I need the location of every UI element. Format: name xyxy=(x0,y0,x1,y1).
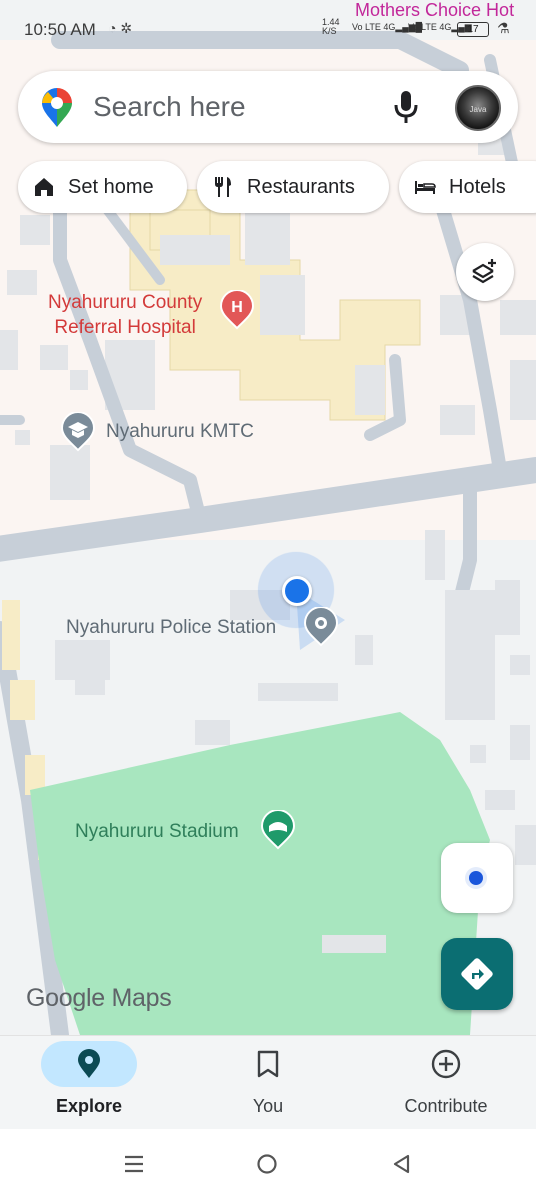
home-circle-icon[interactable] xyxy=(256,1153,278,1175)
hospital-pin-icon[interactable]: H xyxy=(219,290,255,330)
my-location-icon xyxy=(465,867,487,889)
status-notification-icons: ◔ ✲ xyxy=(108,20,133,36)
police-station-label[interactable]: Nyahururu Police Station xyxy=(66,617,276,639)
bottom-navigation: Explore You Contribute xyxy=(0,1035,536,1130)
map-place-label-top[interactable]: Mothers Choice Hot xyxy=(355,0,514,21)
search-input[interactable]: Search here xyxy=(93,91,246,123)
tab-you-label: You xyxy=(252,1096,284,1116)
chip-set-home[interactable]: Set home xyxy=(18,161,187,213)
status-time: 10:50 AM xyxy=(24,20,96,39)
school-pin-icon[interactable] xyxy=(60,412,96,452)
layers-icon xyxy=(472,259,496,284)
police-station-pin-icon[interactable] xyxy=(303,607,339,647)
tab-contribute-label: Contribute xyxy=(404,1096,488,1116)
kmtc-label[interactable]: Nyahururu KMTC xyxy=(106,421,254,443)
tab-explore-label: Explore xyxy=(55,1096,123,1116)
fork-knife-icon xyxy=(215,177,231,197)
battery-indicator: 17 xyxy=(457,22,489,37)
google-maps-logo: Google Maps xyxy=(26,984,172,1012)
microphone-icon[interactable] xyxy=(392,89,420,125)
stadium-pin-icon[interactable] xyxy=(260,810,296,850)
chip-hotels[interactable]: Hotels xyxy=(399,161,536,213)
tab-you[interactable]: You xyxy=(198,1036,338,1130)
directions-button[interactable] xyxy=(441,938,513,1010)
hospital-label[interactable]: Nyahururu County Referral Hospital xyxy=(48,290,202,340)
explore-pin-icon xyxy=(78,1049,100,1078)
home-icon xyxy=(35,178,53,196)
system-navigation-bar xyxy=(0,1129,536,1200)
chip-restaurants[interactable]: Restaurants xyxy=(197,161,389,213)
tab-contribute[interactable]: Contribute xyxy=(376,1036,516,1130)
add-circle-icon xyxy=(431,1049,461,1079)
layers-button[interactable] xyxy=(456,243,514,301)
tab-explore[interactable]: Explore xyxy=(19,1036,159,1130)
my-location-button[interactable] xyxy=(441,843,513,913)
search-bar[interactable]: Search here Java xyxy=(18,71,518,143)
network-speed: 1.44 K/S xyxy=(322,17,340,36)
back-icon[interactable] xyxy=(390,1153,412,1175)
bookmark-icon xyxy=(257,1050,279,1078)
google-maps-pin-icon xyxy=(42,88,72,127)
flask-icon: ⚗ xyxy=(497,20,510,36)
directions-icon xyxy=(461,958,493,990)
bed-icon xyxy=(415,181,436,194)
current-location-dot xyxy=(282,576,312,606)
account-avatar[interactable]: Java xyxy=(455,85,501,131)
stadium-label[interactable]: Nyahururu Stadium xyxy=(75,821,239,843)
recent-apps-icon[interactable] xyxy=(123,1153,145,1175)
svg-text:H: H xyxy=(231,299,243,316)
